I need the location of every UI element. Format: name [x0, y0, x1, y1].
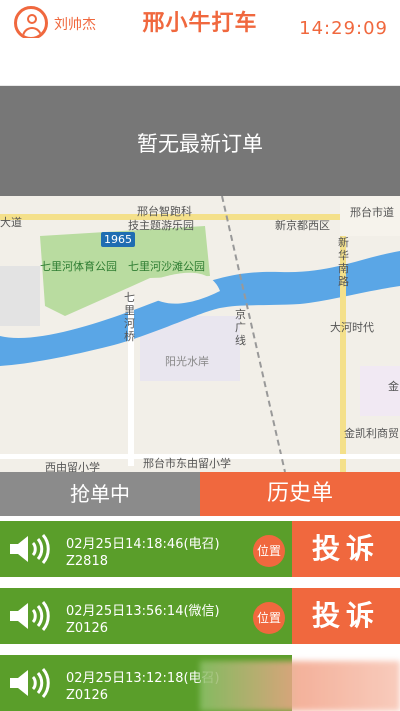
speaker-icon[interactable]: [8, 533, 50, 565]
map-label-shop: 金凯利商贸: [344, 427, 399, 440]
map-label-district: 新京都西区: [275, 219, 330, 232]
no-new-orders-text: 暂无最新订单: [137, 132, 263, 156]
map-label-road-2: 新华南路: [338, 236, 349, 288]
map-view[interactable]: 大道 邢台智跑科 技主题游乐园 1965 七里河体育公园 七里河沙滩公园 新京都…: [0, 196, 400, 472]
speaker-icon[interactable]: [8, 667, 50, 699]
order-time: 02月25日13:56:14(微信): [66, 604, 220, 619]
map-label-park-2: 技主题游乐园: [128, 219, 194, 232]
order-code: Z0126: [66, 688, 108, 703]
order-time: 02月25日13:12:18(电召): [66, 671, 220, 686]
order-row[interactable]: 02月25日14:18:46(电召) Z2818 位置 投诉: [0, 521, 400, 577]
order-code: Z2818: [66, 554, 108, 569]
location-button[interactable]: 位置: [253, 602, 285, 634]
clock: 14:29:09: [299, 18, 388, 39]
order-notice-panel: 暂无最新订单: [0, 86, 400, 196]
location-button[interactable]: 位置: [253, 535, 285, 567]
order-code: Z0126: [66, 621, 108, 636]
header-bar: 刘帅杰 邢小牛打车 14:29:09: [0, 0, 400, 40]
map-label-bridge: 七里河桥: [124, 291, 135, 343]
map-label-park-4: 七里河沙滩公园: [128, 260, 205, 273]
complain-button[interactable]: 投诉: [292, 588, 400, 644]
order-row[interactable]: 02月25日13:12:18(电召) Z0126: [0, 655, 400, 711]
map-label-left-edge: 大道: [0, 216, 22, 229]
order-time: 02月25日14:18:46(电召): [66, 537, 220, 552]
map-label-estate: 阳光水岸: [165, 355, 209, 368]
blurred-action-area: [200, 661, 400, 711]
order-row[interactable]: 02月25日13:56:14(微信) Z0126 位置 投诉: [0, 588, 400, 644]
map-label-park-3: 七里河体育公园: [40, 260, 117, 273]
complain-button[interactable]: 投诉: [292, 521, 400, 577]
map-label-school-2: 邢台市东由留小学: [143, 457, 231, 470]
tab-grabbing[interactable]: 抢单中: [0, 472, 200, 516]
map-label-road-1: 邢台市道: [350, 206, 394, 219]
map-label-partial: 金: [388, 380, 399, 393]
map-label-rail: 京广线: [235, 308, 246, 347]
map-badge: 1965: [101, 232, 135, 247]
tab-history[interactable]: 历史单: [200, 472, 400, 516]
order-tabs: 抢单中 历史单: [0, 472, 400, 516]
speaker-icon[interactable]: [8, 600, 50, 632]
map-label-road-3: 大河时代: [330, 321, 374, 334]
header-spacer: [0, 38, 400, 86]
map-label-school-1: 西由留小学: [45, 461, 100, 472]
